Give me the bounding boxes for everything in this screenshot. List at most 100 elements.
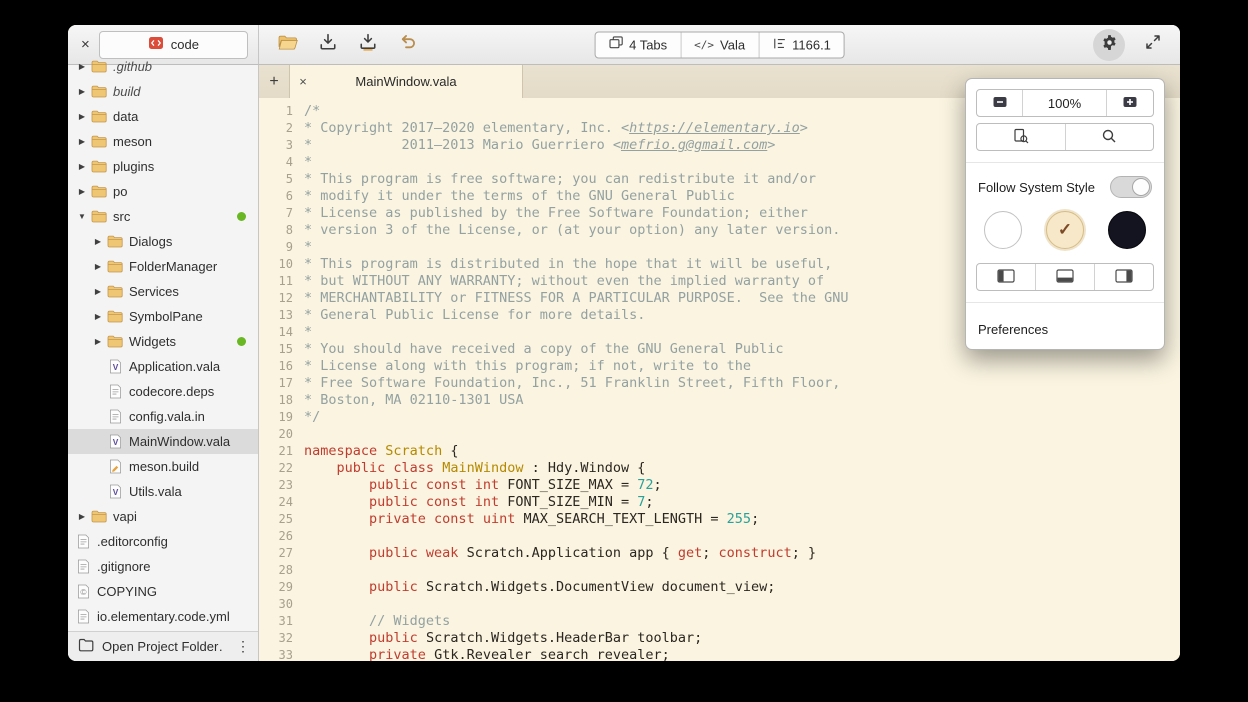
- search-button[interactable]: [1066, 124, 1154, 150]
- zoom-out-button[interactable]: [977, 90, 1023, 116]
- preferences-menu-item[interactable]: Preferences: [976, 314, 1154, 344]
- window-close-button[interactable]: ×: [81, 37, 90, 52]
- tree-item-copying[interactable]: ©COPYING: [68, 579, 258, 604]
- zoom-level-button[interactable]: 100%: [1023, 90, 1107, 116]
- fullscreen-button[interactable]: [1138, 30, 1168, 60]
- show-sidebar-button[interactable]: [977, 264, 1036, 290]
- tree-item-build[interactable]: ▶build: [68, 79, 258, 104]
- code-line: 20: [259, 426, 1180, 443]
- code-line: 24 public const int FONT_SIZE_MIN = 7;: [259, 494, 1180, 511]
- line-number: 12: [259, 290, 304, 307]
- show-bottom-panel-button[interactable]: [1036, 264, 1095, 290]
- save-button[interactable]: [311, 30, 345, 60]
- expander-closed-icon[interactable]: ▶: [90, 312, 106, 321]
- line-number: 10: [259, 256, 304, 273]
- copying-icon: ©: [74, 584, 92, 599]
- svg-text:V: V: [112, 437, 118, 447]
- expander-closed-icon[interactable]: ▶: [74, 162, 90, 171]
- code-line: 29 public Scratch.Widgets.DocumentView d…: [259, 579, 1180, 596]
- line-number: 26: [259, 528, 304, 545]
- expander-closed-icon[interactable]: ▶: [74, 87, 90, 96]
- language-button[interactable]: </> Vala: [681, 32, 759, 57]
- tree-item-foldermanager[interactable]: ▶FolderManager: [68, 254, 258, 279]
- tree-item-widgets[interactable]: ▶Widgets: [68, 329, 258, 354]
- code-text: * version 3 of the License, or (at your …: [304, 222, 840, 239]
- line-number: 9: [259, 239, 304, 256]
- tree-item-plugins[interactable]: ▶ plugins: [68, 154, 258, 179]
- svg-text:©: ©: [80, 587, 87, 597]
- expander-closed-icon[interactable]: ▶: [74, 112, 90, 121]
- tree-item-services[interactable]: ▶Services: [68, 279, 258, 304]
- expander-open-icon[interactable]: ▼: [74, 212, 90, 221]
- code-line: 28: [259, 562, 1180, 579]
- tree-item-src[interactable]: ▼src: [68, 204, 258, 229]
- code-text: * 2011–2013 Mario Guerriero <mefrio.g@gm…: [304, 137, 775, 154]
- code-text: * License as published by the Free Softw…: [304, 205, 808, 222]
- tree-item-dialogs[interactable]: ▶ Dialogs: [68, 229, 258, 254]
- tree-item--github[interactable]: ▶.github: [68, 54, 258, 79]
- tree-item-po[interactable]: ▶po: [68, 179, 258, 204]
- open-project-folder-button[interactable]: Open Project Folder… ⋮: [68, 631, 258, 661]
- tree-item-data[interactable]: ▶data: [68, 104, 258, 129]
- tree-item-vapi[interactable]: ▶vapi: [68, 504, 258, 529]
- tree-item--gitignore[interactable]: .gitignore: [68, 554, 258, 579]
- tab-mainwindow-vala[interactable]: × MainWindow.vala: [289, 65, 523, 98]
- tree-item-utils-vala[interactable]: VUtils.vala: [68, 479, 258, 504]
- folder-icon: [90, 510, 108, 523]
- expander-closed-icon[interactable]: ▶: [74, 187, 90, 196]
- tree-item-codecore-deps[interactable]: codecore.deps: [68, 379, 258, 404]
- line-column-button[interactable]: 1166.1: [759, 32, 844, 57]
- undo-button[interactable]: [391, 30, 425, 60]
- svg-text:V: V: [112, 487, 118, 497]
- save-as-button[interactable]: [351, 30, 385, 60]
- line-number: 33: [259, 647, 304, 661]
- project-menu-button[interactable]: ⋮: [232, 638, 254, 655]
- tree-item-config-vala-in[interactable]: config.vala.in: [68, 404, 258, 429]
- code-text: * Free Software Foundation, Inc., 51 Fra…: [304, 375, 840, 392]
- tree-item-application-vala[interactable]: VApplication.vala: [68, 354, 258, 379]
- find-in-project-button[interactable]: [977, 124, 1066, 150]
- tree-item-meson-build[interactable]: meson.build: [68, 454, 258, 479]
- expander-closed-icon[interactable]: ▶: [90, 337, 106, 346]
- expander-closed-icon[interactable]: ▶: [90, 287, 106, 296]
- follow-system-style-switch[interactable]: [1110, 176, 1152, 198]
- folder-icon: [90, 60, 108, 73]
- show-right-panel-button[interactable]: [1095, 264, 1153, 290]
- line-number: 11: [259, 273, 304, 290]
- code-text: private const uint MAX_SEARCH_TEXT_LENGT…: [304, 511, 759, 528]
- tabs-icon: [608, 36, 623, 54]
- code-text: public weak Scratch.Application app { ge…: [304, 545, 816, 562]
- tree-item-label: .gitignore: [97, 559, 150, 574]
- zoom-in-button[interactable]: [1107, 90, 1153, 116]
- tab-close-icon[interactable]: ×: [290, 74, 316, 89]
- line-number: 21: [259, 443, 304, 460]
- find-in-page-icon: [1013, 128, 1029, 147]
- expander-closed-icon[interactable]: ▶: [90, 262, 106, 271]
- line-number: 31: [259, 613, 304, 630]
- undo-icon: [399, 33, 417, 56]
- tree-item-symbolpane[interactable]: ▶SymbolPane: [68, 304, 258, 329]
- new-tab-button[interactable]: +: [259, 65, 289, 98]
- tree-item-mainwindow-vala[interactable]: VMainWindow.vala: [68, 429, 258, 454]
- language-icon: </>: [694, 38, 714, 51]
- style-light-button[interactable]: [984, 211, 1022, 249]
- expander-closed-icon[interactable]: ▶: [74, 512, 90, 521]
- expander-closed-icon[interactable]: ▶: [74, 62, 90, 71]
- code-line: 27 public weak Scratch.Application app {…: [259, 545, 1180, 562]
- tree-item-meson[interactable]: ▶meson: [68, 129, 258, 154]
- settings-button[interactable]: [1093, 29, 1125, 61]
- code-text: * You should have received a copy of the…: [304, 341, 784, 358]
- line-number: 29: [259, 579, 304, 596]
- tree-item-label: Dialogs: [129, 234, 172, 249]
- open-file-button[interactable]: [271, 30, 305, 60]
- tab-overview-button[interactable]: 4 Tabs: [595, 32, 681, 57]
- code-text: public Scratch.Widgets.HeaderBar toolbar…: [304, 630, 702, 647]
- tree-item-io-elementary-code-yml[interactable]: io.elementary.code.yml: [68, 604, 258, 629]
- expander-closed-icon[interactable]: ▶: [74, 137, 90, 146]
- style-custom-button[interactable]: ✓: [1046, 211, 1084, 249]
- tree-item-label: plugins: [113, 159, 154, 174]
- tree-item--editorconfig[interactable]: .editorconfig: [68, 529, 258, 554]
- style-dark-button[interactable]: [1108, 211, 1146, 249]
- expander-closed-icon[interactable]: ▶: [90, 237, 106, 246]
- build-icon: [106, 459, 124, 474]
